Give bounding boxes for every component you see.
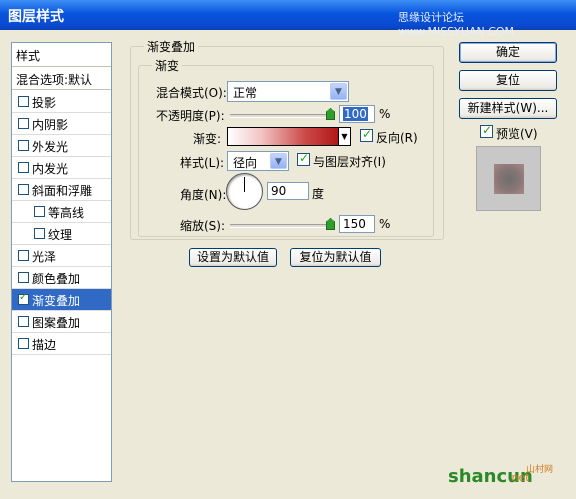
scale-percent-sign: % [379,217,391,231]
scale-input[interactable]: 150 [339,215,375,233]
brand-tag: 山村网 [526,465,554,475]
style-item-label: 图案叠加 [32,316,81,330]
angle-value: 90 [271,184,287,198]
style-item[interactable]: 光泽 [12,245,111,267]
brand-logo: shancun .net 山村网 [448,462,568,490]
style-label: 样式(L): [180,156,225,170]
blend-mode-label: 混合模式(O): [156,86,227,100]
style-item[interactable]: 内阴影 [12,113,111,135]
preview-swatch [476,146,541,211]
style-item-checkbox[interactable] [18,184,29,195]
style-item-label: 颜色叠加 [32,272,81,286]
style-item-checkbox[interactable] [18,338,29,349]
style-item-checkbox[interactable] [18,272,29,283]
style-item-checkbox[interactable] [18,140,29,151]
style-item-label: 内阴影 [32,118,69,132]
gradient-swatch[interactable] [228,128,338,145]
style-value: 径向 [233,156,258,170]
style-item[interactable]: 内发光 [12,157,111,179]
scale-value: 150 [343,217,366,231]
opacity-percent-sign: % [379,107,391,121]
style-item[interactable]: 纹理 [12,223,111,245]
style-item-checkbox[interactable] [18,162,29,173]
opacity-value: 100 [343,107,368,121]
blend-options-item[interactable]: 混合选项:默认 [12,68,111,90]
chevron-down-icon[interactable]: ▼ [338,128,350,145]
reverse-label: 反向(R) [376,131,418,145]
gradient-subgroup-title: 渐变 [152,57,183,74]
reset-button[interactable]: 复位 [459,70,557,91]
blend-mode-value: 正常 [233,86,258,100]
new-style-button[interactable]: 新建样式(W)... [459,98,557,119]
style-item[interactable]: 投影 [12,91,111,113]
reset-default-button[interactable]: 复位为默认值 [290,248,381,267]
preview-label: 预览(V) [496,127,538,141]
style-select[interactable]: 径向 ▼ [227,151,289,171]
preview-checkbox[interactable] [480,123,493,138]
style-item-checkbox[interactable] [18,118,29,129]
style-item-label: 投影 [32,96,57,110]
angle-unit: 度 [312,187,325,201]
watermark-text: 思缘设计论坛 www.MISSYUAN.COM [398,11,515,38]
blend-mode-select[interactable]: 正常 ▼ [227,81,349,102]
style-item[interactable]: 外发光 [12,135,111,157]
align-with-layer-checkbox[interactable] [297,151,310,166]
set-default-button[interactable]: 设置为默认值 [189,248,277,267]
style-item-checkbox[interactable] [34,228,45,239]
style-item-checkbox[interactable] [34,206,45,217]
angle-label: 角度(N): [180,188,227,202]
chevron-down-icon[interactable]: ▼ [270,153,287,169]
style-item[interactable]: 渐变叠加 [12,289,111,311]
style-item[interactable]: 等高线 [12,201,111,223]
style-item-label: 等高线 [48,206,85,220]
opacity-label: 不透明度(P): [156,109,225,123]
align-with-layer-label: 与图层对齐(I) [313,155,386,169]
style-item[interactable]: 图案叠加 [12,311,111,333]
angle-input[interactable]: 90 [267,182,309,200]
style-item-label: 描边 [32,338,57,352]
reverse-checkbox[interactable] [360,127,373,142]
gradient-overlay-title: 渐变叠加 [144,38,199,55]
scale-slider[interactable] [230,224,330,228]
window-title: 图层样式 [8,9,64,25]
style-item-label: 内发光 [32,162,69,176]
gradient-label: 渐变: [193,132,222,146]
chevron-down-icon[interactable]: ▼ [330,83,347,100]
style-item-checkbox[interactable] [18,96,29,107]
style-item-checkbox[interactable] [18,250,29,261]
style-item[interactable]: 描边 [12,333,111,355]
style-item[interactable]: 斜面和浮雕 [12,179,111,201]
angle-dial[interactable] [226,173,263,210]
gradient-picker[interactable]: ▼ [227,127,351,146]
style-item-label: 纹理 [48,228,73,242]
opacity-slider[interactable] [230,114,330,118]
opacity-input[interactable]: 100 [339,105,375,123]
style-item-checkbox[interactable] [18,316,29,327]
style-item[interactable]: 颜色叠加 [12,267,111,289]
style-item-checkbox[interactable] [18,292,29,305]
scale-label: 缩放(S): [180,219,226,233]
styles-header[interactable]: 样式 [12,43,111,67]
angle-needle [244,177,245,192]
styles-list: 样式 混合选项:默认 投影内阴影外发光内发光斜面和浮雕等高线纹理光泽颜色叠加渐变… [11,42,112,482]
style-item-label: 斜面和浮雕 [32,184,93,198]
preview-square [494,164,524,194]
style-item-label: 光泽 [32,250,57,264]
style-item-label: 渐变叠加 [32,294,81,308]
style-item-label: 外发光 [32,140,69,154]
ok-button[interactable]: 确定 [459,42,557,63]
